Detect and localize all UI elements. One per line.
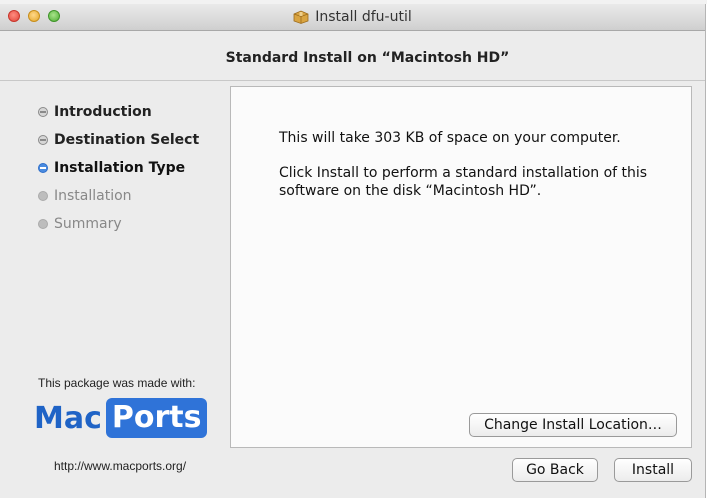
installer-window: Install dfu-util Standard Install on “Ma… (0, 4, 706, 498)
step-label: Installation (54, 188, 132, 204)
step-installation-type: Installation Type (38, 154, 199, 182)
title-bar[interactable]: Install dfu-util (0, 4, 705, 31)
space-required-text: This will take 303 KB of space on your c… (279, 130, 621, 146)
macports-logo: Mac Ports (34, 398, 208, 438)
made-with-label: This package was made with: (38, 376, 196, 390)
step-pending-icon (38, 219, 48, 229)
step-status-icon (38, 107, 48, 117)
logo-ports-text: Ports (105, 398, 208, 438)
step-pending-icon (38, 191, 48, 201)
change-install-location-button[interactable]: Change Install Location… (469, 413, 677, 437)
window-title-group: Install dfu-util (0, 4, 705, 30)
package-icon (293, 10, 309, 24)
step-introduction: Introduction (38, 98, 199, 126)
step-destination-select: Destination Select (38, 126, 199, 154)
install-instructions-text: Click Install to perform a standard inst… (279, 165, 648, 199)
step-label: Destination Select (54, 132, 200, 148)
step-label: Introduction (54, 104, 152, 120)
install-button[interactable]: Install (614, 458, 692, 482)
step-status-icon (38, 135, 48, 145)
step-summary: Summary (38, 210, 199, 238)
step-label: Summary (54, 216, 122, 232)
macports-url: http://www.macports.org/ (54, 459, 187, 473)
step-label: Installation Type (54, 160, 186, 176)
window-title: Install dfu-util (315, 9, 412, 25)
logo-mac-text: Mac (34, 400, 102, 436)
page-heading: Standard Install on “Macintosh HD” (225, 50, 510, 66)
go-back-button[interactable]: Go Back (512, 458, 598, 482)
header-divider (0, 80, 705, 81)
content-pane: This will take 303 KB of space on your c… (230, 86, 692, 448)
installer-steps-list: Introduction Destination Select Installa… (38, 98, 199, 238)
step-installation: Installation (38, 182, 199, 210)
step-current-icon (38, 163, 48, 173)
